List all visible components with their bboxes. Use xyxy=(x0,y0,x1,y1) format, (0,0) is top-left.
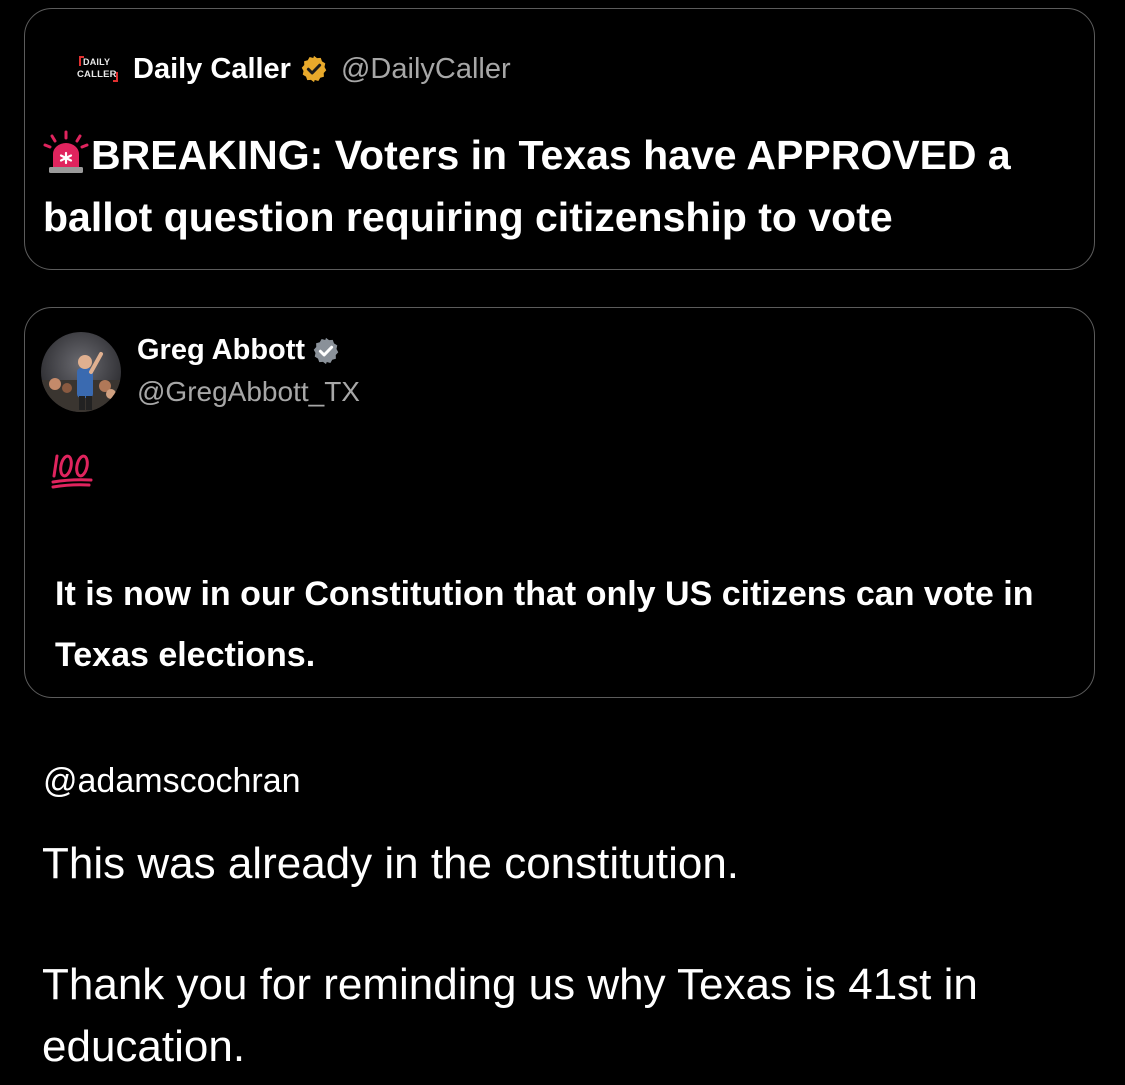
gold-verified-badge-icon xyxy=(301,55,327,83)
reply-paragraph-1: This was already in the constitution. xyxy=(42,839,740,888)
quoted-post-header: DAILY CALLER Daily Caller @DailyCaller xyxy=(77,49,511,89)
main-author-name[interactable]: Greg Abbott xyxy=(137,334,305,367)
quoted-post-text: BREAKING: Voters in Texas have APPROVED … xyxy=(43,124,1083,248)
hundred-points-icon xyxy=(51,454,93,489)
gray-verified-badge-icon xyxy=(313,337,339,364)
quoted-author-handle[interactable]: @DailyCaller xyxy=(341,53,511,86)
avatar[interactable] xyxy=(41,332,121,412)
quoted-post-card[interactable]: DAILY CALLER Daily Caller @DailyCaller B… xyxy=(24,8,1095,270)
quoted-post-body: BREAKING: Voters in Texas have APPROVED … xyxy=(43,132,1011,240)
main-post-text: It is now in our Constitution that only … xyxy=(55,575,1034,674)
daily-caller-logo[interactable]: DAILY CALLER xyxy=(77,54,119,84)
reply-author-handle[interactable]: @adamscochran xyxy=(43,762,301,801)
reply-paragraph-2: Thank you for reminding us why Texas is … xyxy=(42,960,978,1071)
police-siren-icon xyxy=(43,130,89,173)
main-author-handle[interactable]: @GregAbbott_TX xyxy=(137,376,360,408)
quoted-author-name[interactable]: Daily Caller xyxy=(133,53,291,86)
avatar-image xyxy=(41,332,121,412)
main-post-card[interactable]: Greg Abbott @GregAbbott_TX It is now in … xyxy=(24,307,1095,698)
main-author-name-row: Greg Abbott xyxy=(137,334,341,367)
